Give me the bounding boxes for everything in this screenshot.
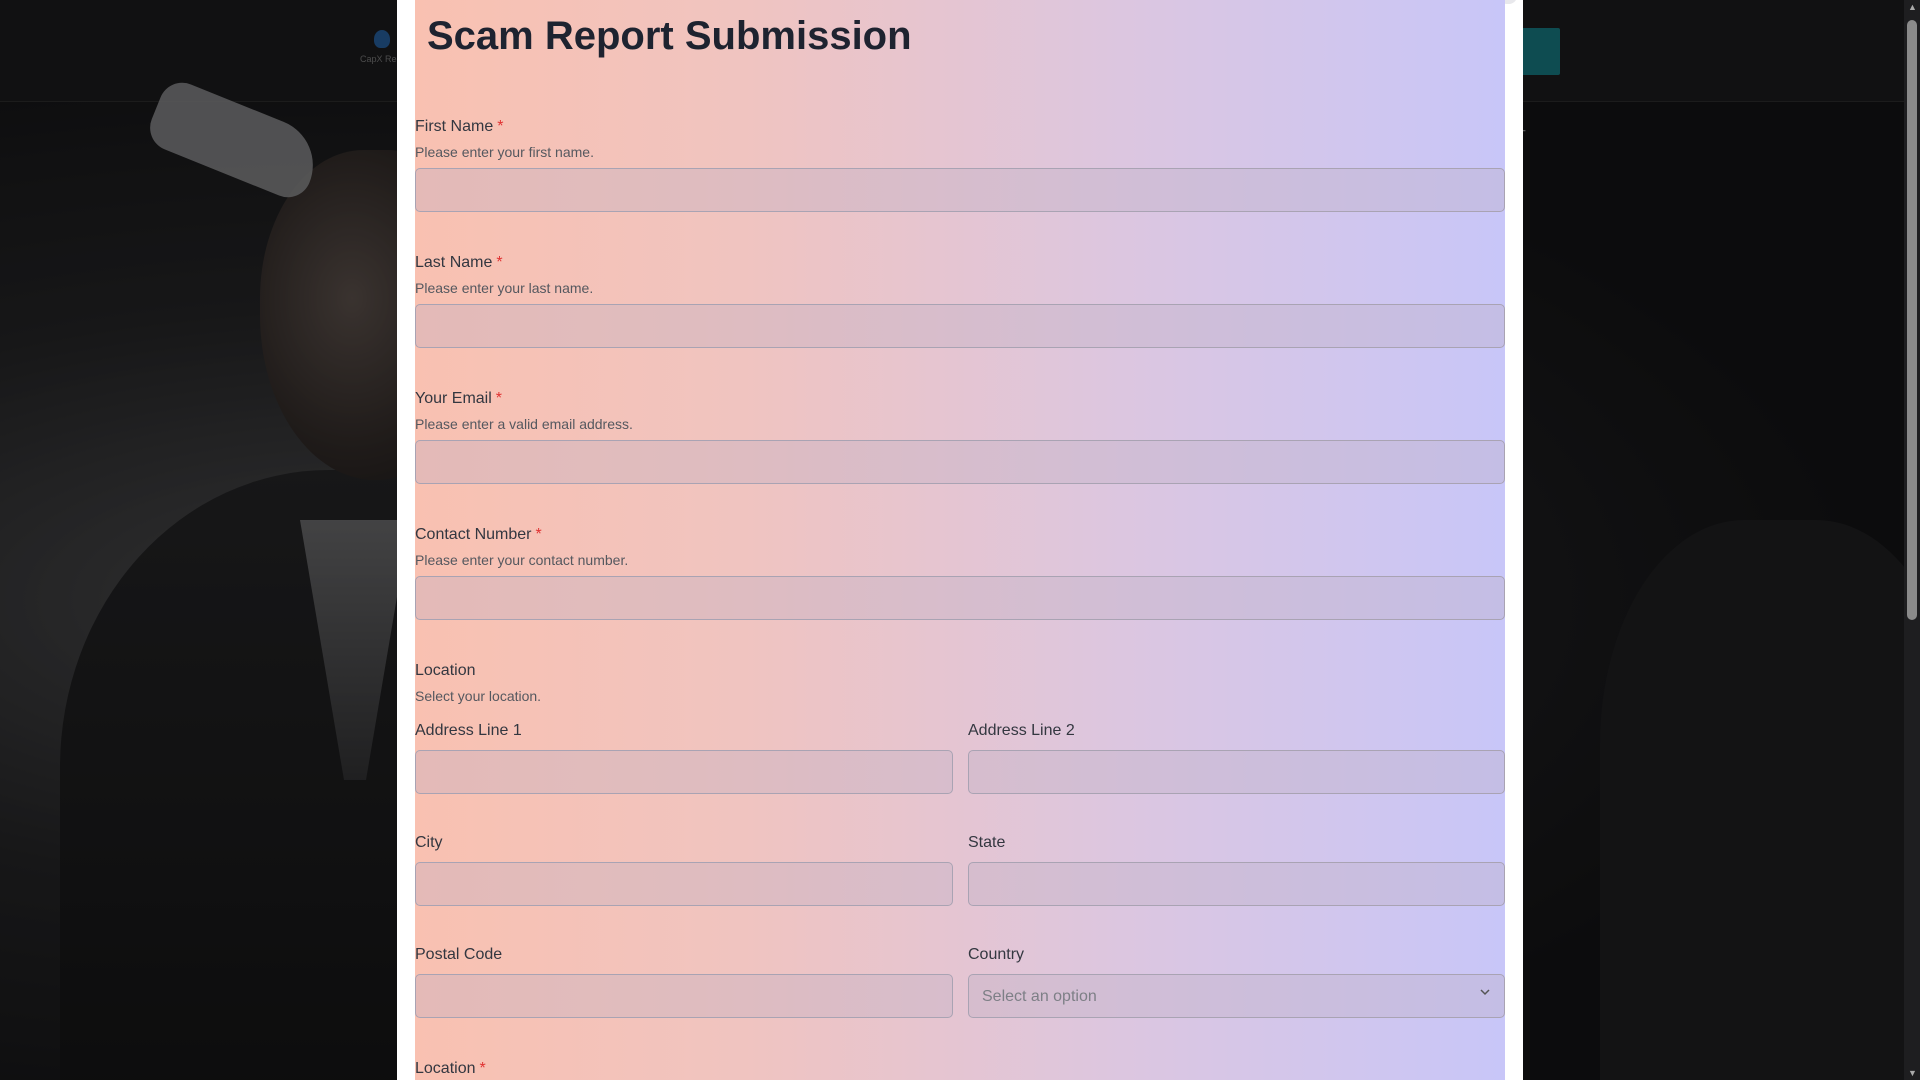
postal-code-label: Postal Code xyxy=(415,946,503,963)
required-marker: * xyxy=(535,526,542,543)
scrollbar-thumb[interactable] xyxy=(1907,20,1917,620)
last-name-label-text: Last Name xyxy=(415,254,493,271)
contact-number-label: Contact Number * xyxy=(415,526,542,544)
email-input[interactable] xyxy=(415,440,1505,484)
scroll-down-icon[interactable]: ▼ xyxy=(1908,1068,1917,1078)
city-label: City xyxy=(415,834,443,851)
chevron-down-icon xyxy=(1480,987,1490,997)
contact-number-input[interactable] xyxy=(415,576,1505,620)
location-hint: Select your location. xyxy=(415,688,542,704)
country-label: Country xyxy=(968,946,1025,963)
scroll-up-icon[interactable]: ▲ xyxy=(1908,2,1917,12)
first-name-label-text: First Name xyxy=(415,118,494,135)
contact-number-label-text: Contact Number xyxy=(415,526,532,543)
page-scrollbar[interactable]: ▲ ▼ xyxy=(1904,0,1920,1080)
address-line-2-label: Address Line 2 xyxy=(968,722,1075,739)
address-line-1-input[interactable] xyxy=(415,750,953,794)
required-marker: * xyxy=(496,254,503,271)
last-name-label: Last Name * xyxy=(415,254,503,272)
state-label: State xyxy=(968,834,1006,851)
location-required-label: Location * xyxy=(415,1060,486,1078)
address-line-1-label: Address Line 1 xyxy=(415,722,522,739)
city-input[interactable] xyxy=(415,862,953,906)
last-name-input[interactable] xyxy=(415,304,1505,348)
scam-report-modal: Scam Report Submission First Name * Pleas… xyxy=(397,0,1523,1080)
country-select-placeholder: Select an option xyxy=(982,988,1097,1005)
country-select[interactable]: Select an option xyxy=(968,974,1505,1018)
required-marker: * xyxy=(495,390,503,407)
last-name-hint: Please enter your last name. xyxy=(415,280,594,296)
scam-report-form: Scam Report Submission First Name * Pleas… xyxy=(415,0,1505,1080)
first-name-label: First Name * xyxy=(415,118,503,136)
form-title: Scam Report Submission xyxy=(427,14,912,58)
state-input[interactable] xyxy=(968,862,1505,906)
email-hint: Please enter a valid email address. xyxy=(415,416,633,432)
first-name-input[interactable] xyxy=(415,168,1505,212)
location-label: Location xyxy=(415,662,476,679)
required-marker: * xyxy=(497,118,504,135)
first-name-hint: Please enter your first name. xyxy=(415,144,594,160)
email-label-text: Your Email xyxy=(415,390,492,407)
address-line-2-input[interactable] xyxy=(968,750,1505,794)
contact-number-hint: Please enter your contact number. xyxy=(415,552,629,568)
required-marker: * xyxy=(479,1060,486,1077)
postal-code-input[interactable] xyxy=(415,974,953,1018)
email-label: Your Email * xyxy=(415,390,502,408)
location-required-label-text: Location xyxy=(415,1060,476,1077)
